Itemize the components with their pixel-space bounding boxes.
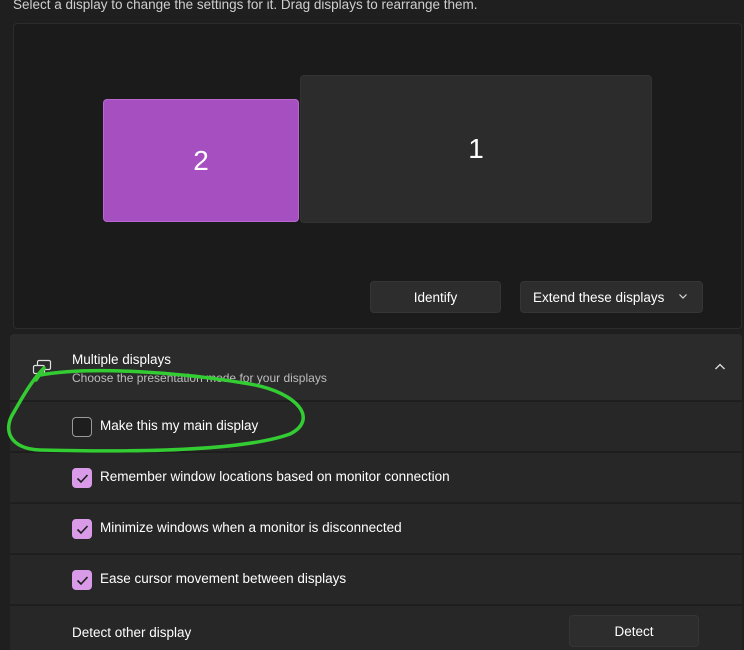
- remember-window-locations-checkbox[interactable]: [72, 468, 92, 488]
- multiple-displays-subtitle: Choose the presentation mode for your di…: [72, 371, 327, 385]
- ease-cursor-row: Ease cursor movement between displays: [10, 554, 742, 604]
- checkmark-icon: [76, 525, 89, 535]
- minimize-windows-row: Minimize windows when a monitor is disco…: [10, 503, 742, 553]
- remember-window-locations-row: Remember window locations based on monit…: [10, 452, 742, 502]
- chevron-up-icon[interactable]: [714, 362, 726, 372]
- display-settings-page: Select a display to change the settings …: [0, 0, 744, 650]
- display-2-tile[interactable]: 2: [103, 99, 299, 222]
- multiple-displays-title: Multiple displays: [72, 352, 172, 367]
- multiple-displays-section: Multiple displays Choose the presentatio…: [10, 334, 742, 650]
- main-display-label: Make this my main display: [100, 418, 259, 433]
- ease-cursor-label: Ease cursor movement between displays: [100, 571, 347, 586]
- instruction-text: Select a display to change the settings …: [13, 0, 478, 12]
- multiple-displays-icon: [32, 359, 52, 377]
- minimize-windows-label: Minimize windows when a monitor is disco…: [100, 520, 402, 535]
- detect-button[interactable]: Detect: [569, 615, 699, 647]
- chevron-down-icon: [679, 294, 687, 299]
- main-display-checkbox[interactable]: [72, 417, 92, 437]
- detect-display-label: Detect other display: [72, 625, 192, 640]
- display-arrangement-panel: 2 1 Identify Extend these displays: [13, 23, 742, 329]
- minimize-windows-checkbox[interactable]: [72, 519, 92, 539]
- identify-button[interactable]: Identify: [370, 281, 501, 313]
- multiple-displays-header[interactable]: Multiple displays Choose the presentatio…: [10, 334, 742, 400]
- checkmark-icon: [76, 576, 89, 586]
- remember-window-locations-label: Remember window locations based on monit…: [100, 469, 450, 484]
- detect-display-row: Detect other display Detect: [10, 605, 742, 650]
- extend-displays-dropdown[interactable]: Extend these displays: [520, 281, 703, 313]
- main-display-row: Make this my main display: [10, 401, 742, 451]
- extend-displays-label: Extend these displays: [533, 289, 665, 305]
- display-1-tile[interactable]: 1: [300, 75, 652, 223]
- checkmark-icon: [76, 474, 89, 484]
- ease-cursor-checkbox[interactable]: [72, 570, 92, 590]
